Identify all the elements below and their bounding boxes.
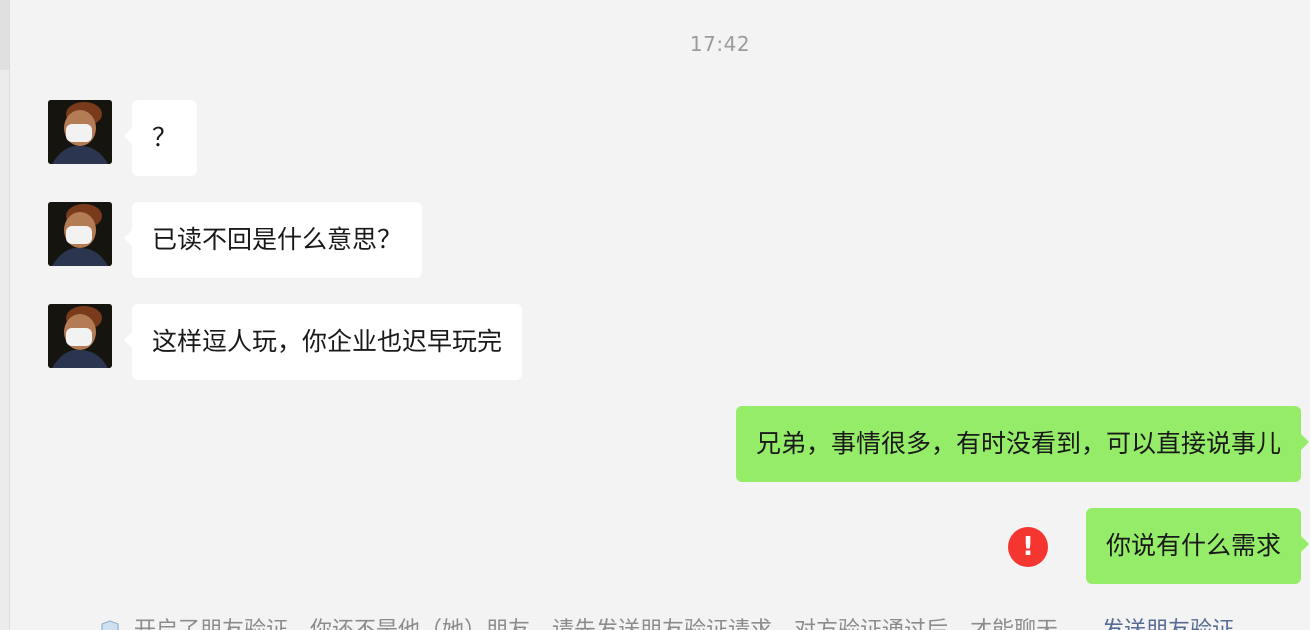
masked-person-avatar-image bbox=[48, 202, 112, 266]
avatar[interactable] bbox=[48, 100, 112, 164]
friend-verification-notice: 开启了朋友验证，你还不是他（她）朋友。请先发送朋友验证请求，对方验证通过后，才能… bbox=[100, 612, 1234, 630]
incoming-message-bubble[interactable]: ？ bbox=[123, 100, 198, 176]
masked-person-avatar-image bbox=[48, 100, 112, 164]
masked-person-avatar-image bbox=[48, 304, 112, 368]
notice-text: 开启了朋友验证，你还不是他（她）朋友。请先发送朋友验证请求，对方验证通过后，才能… bbox=[134, 618, 1080, 630]
message-timestamp: 17:42 bbox=[689, 32, 751, 56]
outgoing-message-bubble[interactable]: 你说有什么需求 bbox=[1085, 508, 1310, 584]
incoming-message-bubble[interactable]: 这样逗人玩，你企业也迟早玩完 bbox=[123, 304, 523, 380]
shield-icon bbox=[101, 620, 119, 630]
incoming-message-bubble[interactable]: 已读不回是什么意思？ bbox=[123, 202, 423, 278]
send-failed-icon[interactable]: ! bbox=[1008, 527, 1048, 567]
send-verification-link[interactable]: 发送朋友验证 bbox=[1102, 618, 1234, 630]
panel-divider bbox=[0, 0, 10, 630]
avatar[interactable] bbox=[48, 304, 112, 368]
avatar[interactable] bbox=[48, 202, 112, 266]
chat-window: 17:42 ？ 已读不回是什么意思？ 这样逗人玩，你企业也迟早玩完 兄弟，事情很… bbox=[0, 0, 1310, 630]
outgoing-message-bubble[interactable]: 兄弟，事情很多，有时没看到，可以直接说事儿 bbox=[735, 406, 1310, 482]
